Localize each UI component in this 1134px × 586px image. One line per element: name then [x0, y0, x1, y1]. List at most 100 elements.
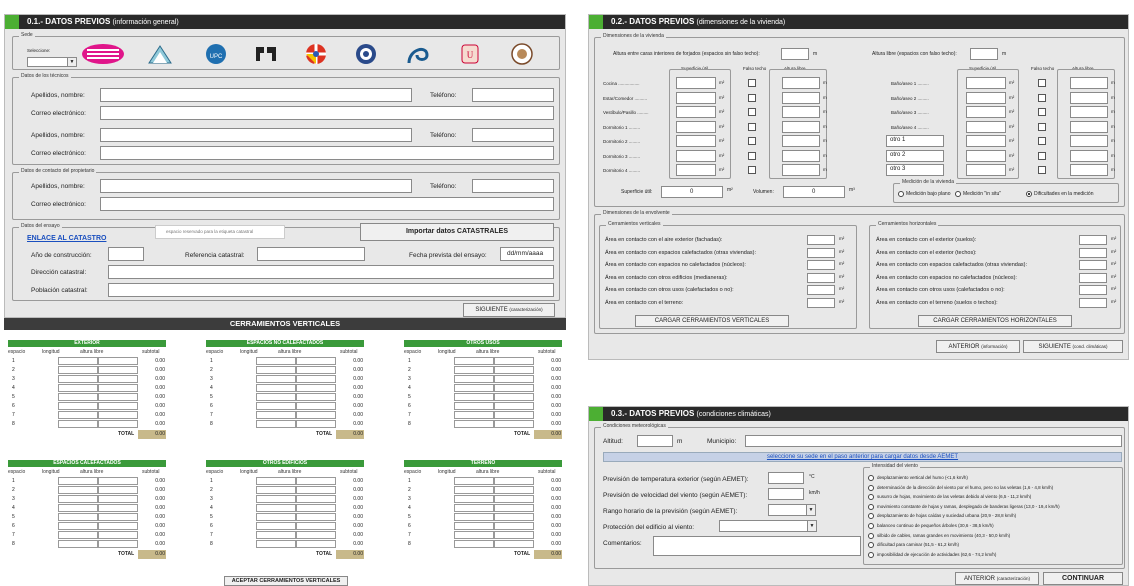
comentarios-input[interactable]	[653, 536, 861, 556]
wind-radio[interactable]	[868, 475, 874, 481]
logo-5-icon[interactable]	[303, 43, 329, 65]
cv-area-input[interactable]	[807, 247, 835, 258]
longitud-cell[interactable]	[256, 366, 296, 374]
falso-techo-checkbox[interactable]	[748, 108, 756, 116]
altura-cell[interactable]	[494, 486, 534, 494]
municipio-input[interactable]	[745, 435, 1122, 447]
telefono-input-1[interactable]	[472, 88, 554, 102]
altura-cell[interactable]	[494, 522, 534, 530]
referencia-input[interactable]	[257, 247, 365, 261]
longitud-cell[interactable]	[256, 495, 296, 503]
cv-area-input[interactable]	[807, 260, 835, 270]
ch-area-input[interactable]	[1079, 285, 1107, 295]
altura-cell[interactable]	[296, 495, 336, 503]
longitud-cell[interactable]	[58, 384, 98, 392]
sup-util-input[interactable]	[966, 91, 1006, 104]
wind-radio[interactable]	[868, 523, 874, 529]
altura-libre-input[interactable]	[782, 120, 820, 133]
longitud-cell[interactable]	[454, 420, 494, 428]
longitud-cell[interactable]	[256, 393, 296, 401]
altura-cell[interactable]	[494, 513, 534, 521]
longitud-cell[interactable]	[58, 366, 98, 374]
otro-name-input[interactable]: otro 2	[886, 149, 944, 162]
sup-util-input[interactable]	[966, 120, 1006, 133]
longitud-cell[interactable]	[454, 513, 494, 521]
longitud-cell[interactable]	[454, 366, 494, 374]
falso-techo-checkbox[interactable]	[1038, 108, 1046, 116]
cv-area-input[interactable]	[807, 285, 835, 295]
sup-util-input[interactable]	[966, 135, 1006, 147]
longitud-cell[interactable]	[58, 393, 98, 401]
longitud-cell[interactable]	[454, 540, 494, 548]
altitud-input[interactable]	[637, 435, 673, 447]
logo-9-icon[interactable]	[509, 43, 535, 65]
logo-1-icon[interactable]	[81, 43, 125, 65]
longitud-cell[interactable]	[454, 522, 494, 530]
longitud-cell[interactable]	[58, 477, 98, 485]
sup-util-input[interactable]	[676, 149, 716, 162]
siguiente-caracterizacion-button[interactable]: SIGUIENTE (caracterización)	[463, 303, 555, 317]
falso-techo-checkbox[interactable]	[1038, 93, 1046, 102]
sup-util-input[interactable]	[676, 164, 716, 176]
longitud-cell[interactable]	[58, 357, 98, 365]
altura-cell[interactable]	[98, 420, 138, 428]
logo-4-icon[interactable]	[253, 43, 279, 65]
longitud-cell[interactable]	[58, 540, 98, 548]
sup-util-input[interactable]	[676, 91, 716, 104]
rango-select[interactable]: ▼	[768, 504, 816, 516]
continuar-button[interactable]: CONTINUAR	[1043, 572, 1123, 585]
altura-cell[interactable]	[296, 420, 336, 428]
altura-cell[interactable]	[98, 384, 138, 392]
altura-cell[interactable]	[98, 531, 138, 539]
altura-cell[interactable]	[98, 486, 138, 494]
altura-cell[interactable]	[296, 504, 336, 512]
sup-util-input[interactable]	[676, 135, 716, 147]
longitud-cell[interactable]	[58, 420, 98, 428]
logo-8-icon[interactable]: U	[457, 43, 483, 65]
cv-area-input[interactable]	[807, 235, 835, 245]
falso-techo-checkbox[interactable]	[748, 79, 756, 87]
altura-cell[interactable]	[494, 384, 534, 392]
altura-cell[interactable]	[98, 522, 138, 530]
longitud-cell[interactable]	[58, 513, 98, 521]
longitud-cell[interactable]	[58, 486, 98, 494]
anio-input[interactable]	[108, 247, 144, 261]
ch-area-input[interactable]	[1079, 260, 1107, 270]
longitud-cell[interactable]	[454, 531, 494, 539]
longitud-cell[interactable]	[58, 375, 98, 383]
altura-libre-input[interactable]	[1070, 149, 1108, 162]
falso-techo-checkbox[interactable]	[748, 93, 756, 102]
apellidos-input-2[interactable]	[100, 128, 412, 142]
falso-techo-checkbox[interactable]	[748, 122, 756, 131]
longitud-cell[interactable]	[454, 384, 494, 392]
falso-techo-checkbox[interactable]	[748, 137, 756, 145]
altura-cell[interactable]	[494, 477, 534, 485]
upc-logo-icon[interactable]: UPC	[203, 43, 229, 65]
direccion-input[interactable]	[108, 265, 554, 279]
temperatura-input[interactable]	[768, 472, 804, 484]
otro-name-input[interactable]: otro 1	[886, 135, 944, 147]
siguiente-cond-climaticas-button[interactable]: SIGUIENTE (cond. climáticas)	[1023, 340, 1123, 353]
altura-cell[interactable]	[494, 393, 534, 401]
longitud-cell[interactable]	[454, 495, 494, 503]
longitud-cell[interactable]	[454, 504, 494, 512]
altura-cell[interactable]	[98, 366, 138, 374]
telefono-input-2[interactable]	[472, 128, 554, 142]
volumen-input[interactable]: 0	[783, 186, 845, 198]
longitud-cell[interactable]	[58, 495, 98, 503]
medicion-in-situ-radio[interactable]	[955, 191, 961, 197]
logo-2-icon[interactable]	[147, 43, 173, 65]
cargar-horizontales-button[interactable]: CARGAR CERRAMIENTOS HORIZONTALES	[918, 315, 1072, 327]
longitud-cell[interactable]	[454, 411, 494, 419]
altura-cell[interactable]	[296, 531, 336, 539]
anterior-caracterizacion-button[interactable]: ANTERIOR (caracterización)	[955, 572, 1039, 585]
altura-cell[interactable]	[98, 375, 138, 383]
logo-6-icon[interactable]	[353, 43, 379, 65]
longitud-cell[interactable]	[454, 486, 494, 494]
superficie-util-input[interactable]: 0	[661, 186, 723, 198]
altura-cell[interactable]	[494, 366, 534, 374]
longitud-cell[interactable]	[454, 357, 494, 365]
longitud-cell[interactable]	[58, 531, 98, 539]
altura-libre-input[interactable]	[1070, 164, 1108, 176]
altura-cell[interactable]	[98, 411, 138, 419]
